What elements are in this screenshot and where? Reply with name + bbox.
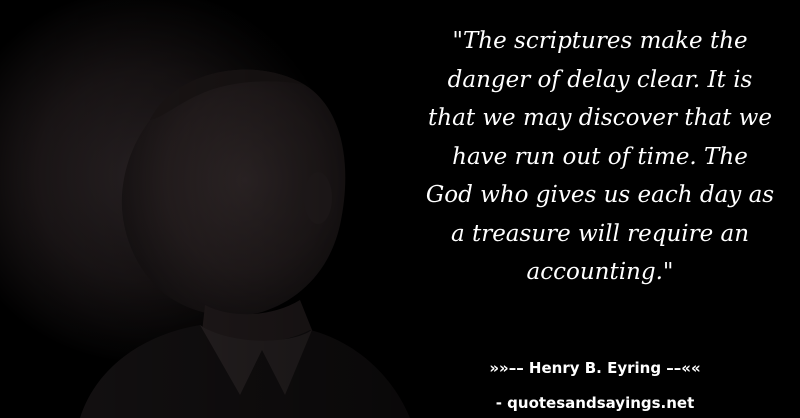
quote-text: "The scriptures make the danger of delay… [410,22,790,292]
author-attribution: »»–– Henry B. Eyring ––«« [489,359,701,377]
quote-card: "The scriptures make the danger of delay… [0,0,800,418]
quote-line: God who gives us each day as [425,182,775,208]
source-link[interactable]: - quotesandsayings.net [440,394,750,412]
quote-line: accounting." [526,259,674,285]
quote-line: a treasure will require an [450,220,750,247]
quote-line: "The scriptures make the [452,28,748,54]
quote-line: that we may discover that we [428,105,772,131]
quote-line: have run out of time. The [452,143,748,170]
quote-line: danger of delay clear. It is [447,66,753,93]
